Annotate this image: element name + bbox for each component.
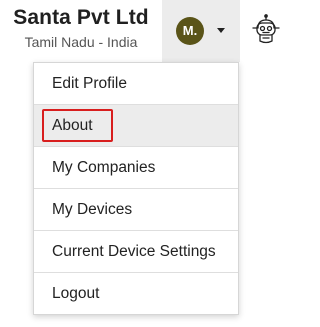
company-info: Santa Pvt Ltd Tamil Nadu - India <box>0 5 162 52</box>
menu-item-my-devices[interactable]: My Devices <box>34 189 238 230</box>
menu-item-current-device-settings[interactable]: Current Device Settings <box>34 231 238 272</box>
menu-item-my-companies[interactable]: My Companies <box>34 147 238 188</box>
user-menu-button[interactable]: M. <box>162 0 240 62</box>
caret-down-icon <box>217 28 225 33</box>
company-name: Santa Pvt Ltd <box>13 6 149 29</box>
user-dropdown-menu: Edit Profile About My Companies My Devic… <box>33 62 239 315</box>
menu-item-about[interactable]: About <box>34 105 238 146</box>
assistant-bot-icon[interactable] <box>251 14 281 46</box>
menu-item-edit-profile[interactable]: Edit Profile <box>34 63 238 104</box>
menu-item-logout[interactable]: Logout <box>34 273 238 314</box>
company-location: Tamil Nadu - India <box>24 34 138 50</box>
avatar: M. <box>176 17 204 45</box>
top-bar: Santa Pvt Ltd Tamil Nadu - India M. <box>0 0 286 62</box>
highlight-box <box>42 109 113 142</box>
